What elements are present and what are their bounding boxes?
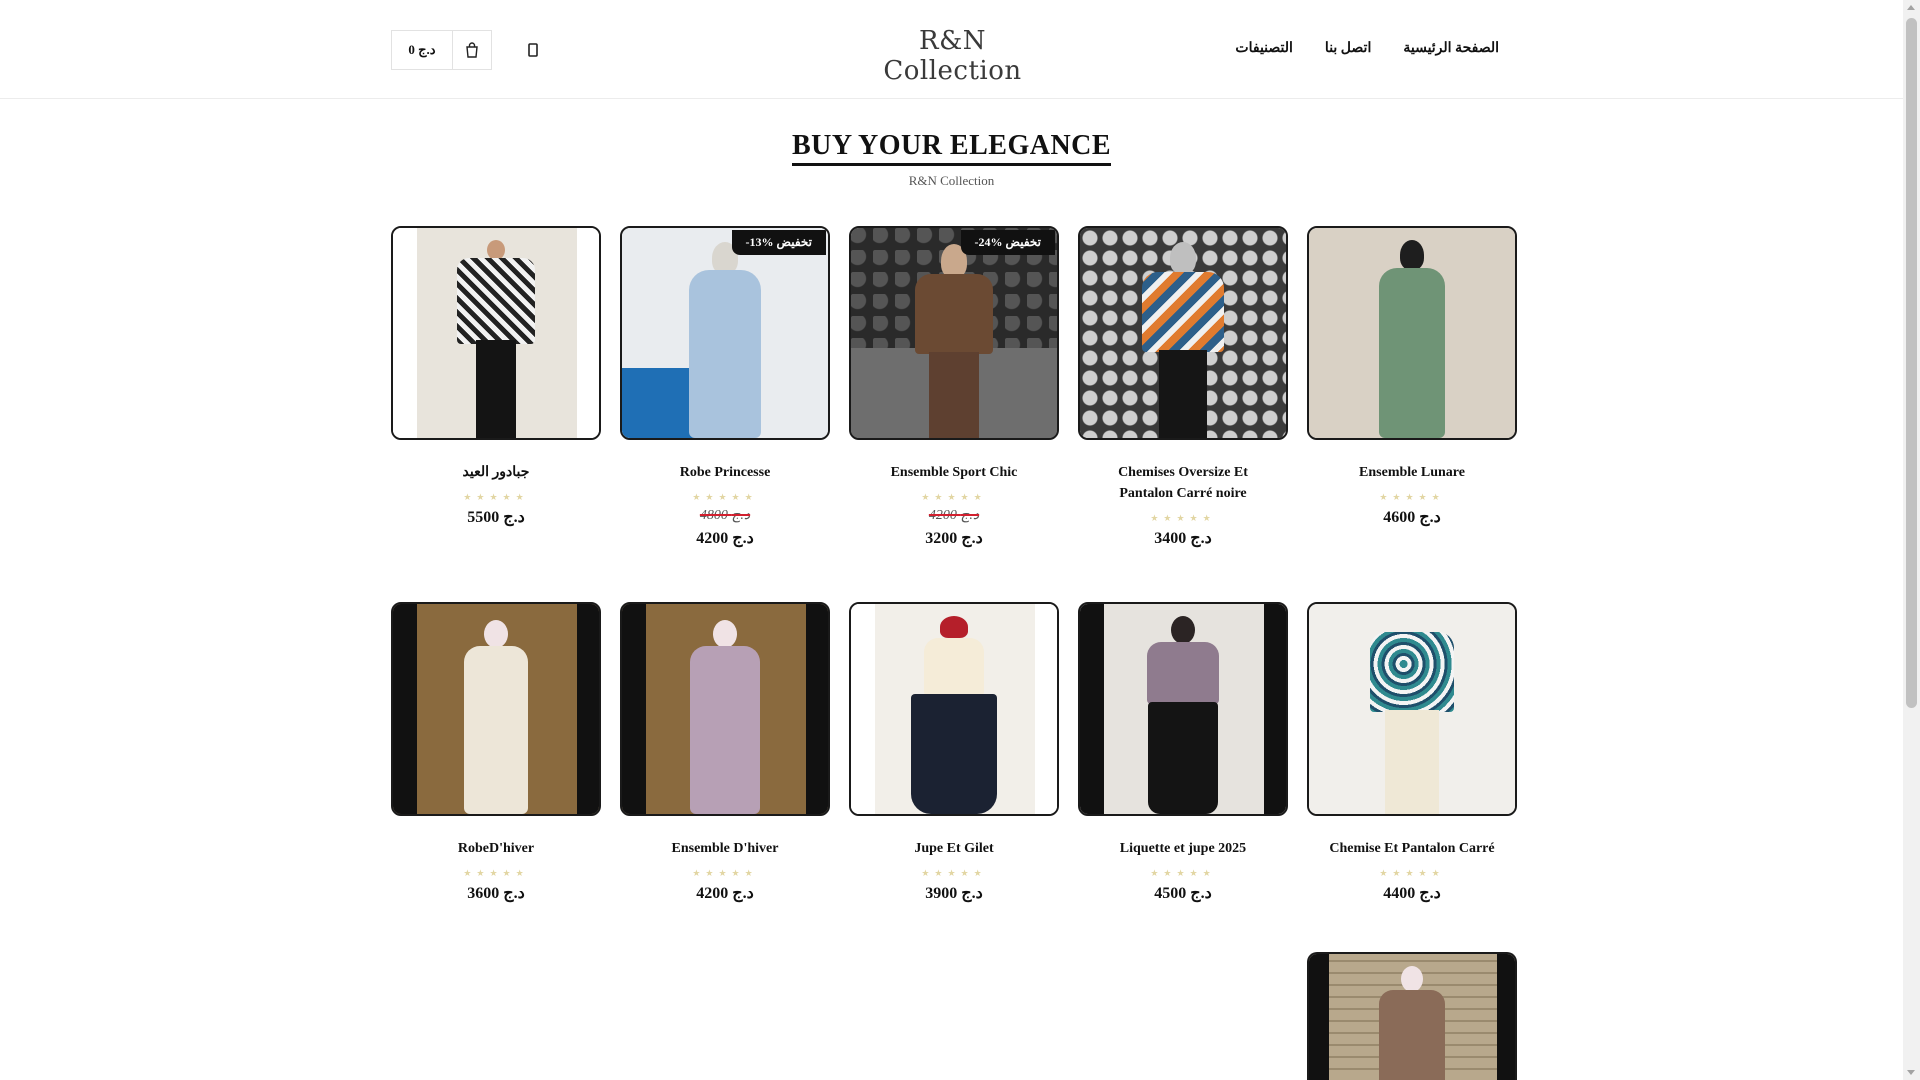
product-price: 5500 د.ج <box>467 509 525 526</box>
product-price: 3900 د.ج <box>925 885 983 902</box>
rating-stars: ★★★★★ <box>1150 513 1216 523</box>
old-price: 4800 د.ج <box>699 508 751 523</box>
product-card[interactable]: جبادور العيد ★★★★★ 5500 د.ج <box>391 226 601 527</box>
scroll-down-icon[interactable] <box>1907 1070 1915 1075</box>
product-name[interactable]: Ensemble Sport Chic <box>849 462 1059 483</box>
discount-badge: تخفيض %24- <box>960 230 1055 255</box>
rating-stars: ★★★★★ <box>463 492 529 502</box>
product-image[interactable] <box>1307 952 1517 1080</box>
product-image[interactable] <box>849 602 1059 816</box>
cart-button[interactable]: 0 د.ج <box>391 30 492 70</box>
product-name[interactable]: RobeD'hiver <box>391 838 601 859</box>
scroll-up-icon[interactable] <box>1907 5 1915 10</box>
product-price: 4400 د.ج <box>1383 885 1441 902</box>
product-name[interactable]: Robe Princesse <box>620 462 830 483</box>
product-card[interactable]: Chemise Et Pantalon Carré ★★★★★ 4400 د.ج <box>1307 602 1517 903</box>
scroll-thumb[interactable] <box>1906 18 1917 708</box>
site-header: 0 د.ج R&N Collection الصفحة الرئيسية اتص… <box>0 0 1903 99</box>
product-image[interactable] <box>1078 602 1288 816</box>
product-price: 3400 د.ج <box>1154 530 1212 547</box>
rating-stars: ★★★★★ <box>463 868 529 878</box>
site-logo[interactable]: R&N Collection <box>850 26 1055 86</box>
product-card[interactable]: تخفيض %24- Ensemble Sport Chic ★★★★★ 420… <box>849 226 1059 548</box>
product-card[interactable]: Chemises Oversize Et Pantalon Carré noir… <box>1078 226 1288 548</box>
main-nav: الصفحة الرئيسية اتصل بنا التصنيفات <box>1235 40 1499 57</box>
product-image[interactable]: تخفيض %24- <box>849 226 1059 440</box>
old-price: 4200 د.ج <box>928 508 980 523</box>
search-icon[interactable] <box>524 40 542 60</box>
product-name[interactable]: Liquette et jupe 2025 <box>1078 838 1288 859</box>
product-image[interactable] <box>1078 226 1288 440</box>
page-title: BUY YOUR ELEGANCE <box>0 130 1903 166</box>
cart-total: 0 د.ج <box>392 31 453 69</box>
product-card[interactable] <box>1307 952 1517 1080</box>
product-image[interactable]: تخفيض %13- <box>620 226 830 440</box>
product-price: 4200 د.ج <box>696 885 754 902</box>
product-image[interactable] <box>391 602 601 816</box>
rating-stars: ★★★★★ <box>921 492 987 502</box>
product-price: 4200 د.ج <box>696 530 754 547</box>
product-card[interactable]: RobeD'hiver ★★★★★ 3600 د.ج <box>391 602 601 903</box>
page-subtitle: R&N Collection <box>908 173 995 188</box>
cart-icon <box>453 31 491 69</box>
product-image[interactable] <box>1307 602 1517 816</box>
product-name[interactable]: Jupe Et Gilet <box>849 838 1059 859</box>
product-card[interactable]: تخفيض %13- Robe Princesse ★★★★★ 4800 د.ج… <box>620 226 830 548</box>
rating-stars: ★★★★★ <box>1379 492 1445 502</box>
rating-stars: ★★★★★ <box>1150 868 1216 878</box>
product-price: 4500 د.ج <box>1154 885 1212 902</box>
product-name[interactable]: Ensemble D'hiver <box>620 838 830 859</box>
discount-badge: تخفيض %13- <box>731 230 826 255</box>
rating-stars: ★★★★★ <box>1379 868 1445 878</box>
product-card[interactable]: Liquette et jupe 2025 ★★★★★ 4500 د.ج <box>1078 602 1288 903</box>
rating-stars: ★★★★★ <box>921 868 987 878</box>
nav-contact[interactable]: اتصل بنا <box>1325 40 1371 57</box>
product-image[interactable] <box>391 226 601 440</box>
product-card[interactable]: Ensemble Lunare ★★★★★ 4600 د.ج <box>1307 226 1517 527</box>
product-price: 4600 د.ج <box>1383 509 1441 526</box>
product-price: 3600 د.ج <box>467 885 525 902</box>
product-name[interactable]: جبادور العيد <box>391 462 601 483</box>
page-scrollbar[interactable] <box>1903 0 1920 1080</box>
product-price: 3200 د.ج <box>925 530 983 547</box>
rating-stars: ★★★★★ <box>692 492 758 502</box>
product-image[interactable] <box>1307 226 1517 440</box>
product-name[interactable]: Chemise Et Pantalon Carré <box>1307 838 1517 859</box>
nav-home[interactable]: الصفحة الرئيسية <box>1403 40 1499 57</box>
product-image[interactable] <box>620 602 830 816</box>
product-card[interactable]: Ensemble D'hiver ★★★★★ 4200 د.ج <box>620 602 830 903</box>
product-name[interactable]: Ensemble Lunare <box>1307 462 1517 483</box>
nav-categories[interactable]: التصنيفات <box>1235 40 1293 57</box>
rating-stars: ★★★★★ <box>692 868 758 878</box>
product-card[interactable]: Jupe Et Gilet ★★★★★ 3900 د.ج <box>849 602 1059 903</box>
product-name[interactable]: Chemises Oversize Et Pantalon Carré noir… <box>1078 462 1288 504</box>
